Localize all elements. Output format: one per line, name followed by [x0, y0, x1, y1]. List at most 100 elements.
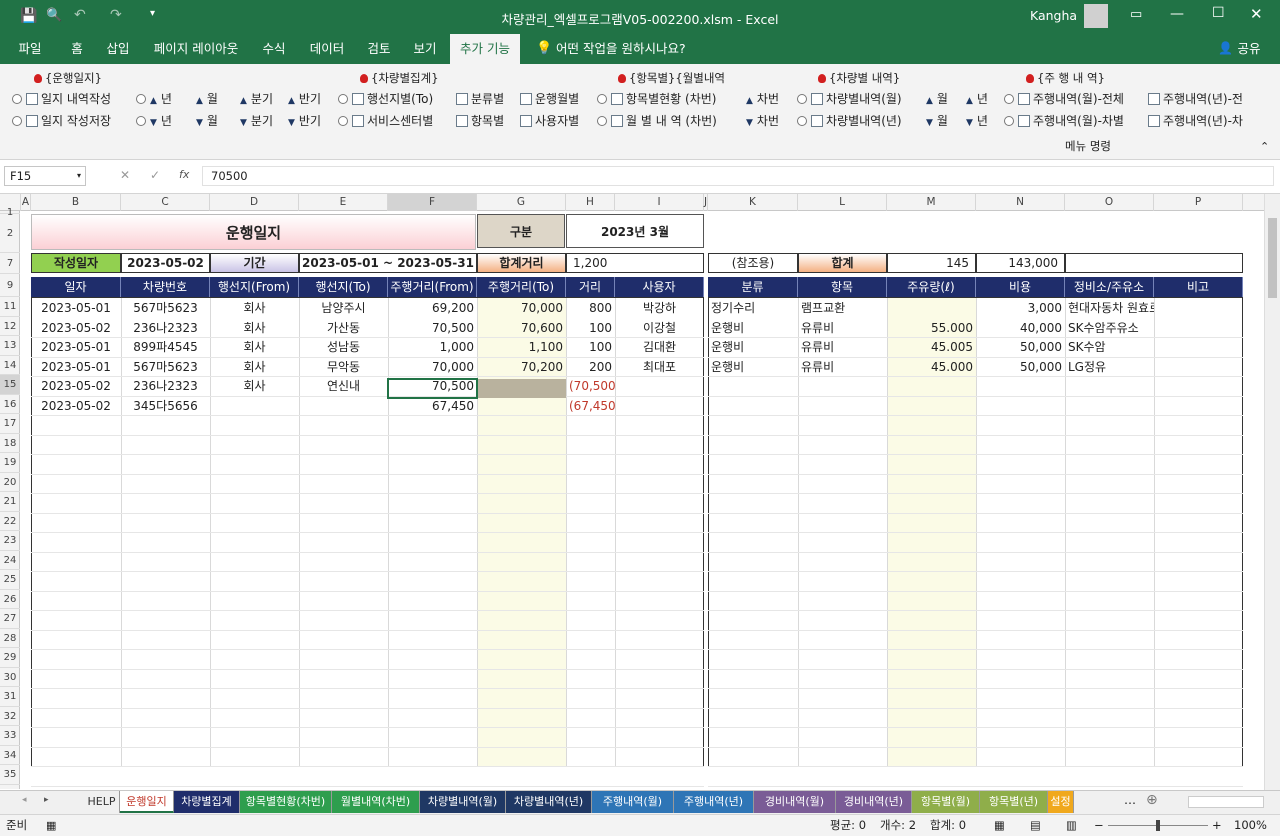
horizontal-scrollbar[interactable] [1188, 796, 1264, 808]
page-break-icon[interactable]: ▥ [1066, 815, 1077, 836]
table-cell[interactable]: 50,000 [976, 358, 1065, 377]
col-K[interactable]: K [708, 194, 798, 211]
col-P[interactable]: P [1154, 194, 1243, 211]
prev-sheet-icon[interactable]: ◂ [22, 795, 27, 805]
row-header[interactable]: 16 [0, 395, 20, 414]
sheet-tab[interactable]: 항목별(월) [912, 791, 980, 813]
sheet-tab[interactable]: 설정 [1048, 791, 1074, 813]
row-header[interactable]: 21 [0, 492, 20, 512]
row-header[interactable]: 33 [0, 726, 20, 746]
zoom-out-icon[interactable]: − [1094, 815, 1104, 836]
radio-vehicle-year[interactable]: 차량별내역(년) [797, 113, 902, 129]
write-date-value[interactable]: 2023-05-02 [121, 253, 210, 273]
tab-addins[interactable]: 추가 기능 [450, 34, 520, 64]
formula-input[interactable]: 70500 [202, 166, 1274, 186]
v-year-down-button[interactable]: ▼ 년 [966, 113, 988, 131]
col-B[interactable]: B [31, 194, 121, 211]
v-month-down-button[interactable]: ▼ 월 [926, 113, 948, 131]
drive-year-car-button[interactable]: 주행내역(년)-차 [1148, 113, 1243, 129]
tell-me-box[interactable]: 어떤 작업을 원하시나요? [556, 34, 706, 64]
row-header[interactable]: 30 [0, 668, 20, 687]
table-cell[interactable]: 100 [566, 319, 615, 338]
table-cell[interactable]: 유류비 [798, 358, 887, 377]
next-sheet-icon[interactable]: ▸ [44, 795, 49, 805]
table-cell[interactable]: 1,000 [388, 338, 477, 357]
half-down-button[interactable]: ▼ 반기 [288, 113, 321, 131]
sheet-tab[interactable]: 경비내역(월) [754, 791, 836, 813]
sheet-tab[interactable]: HELP [84, 791, 120, 813]
sum-cost[interactable]: 143,000 [976, 253, 1065, 273]
radio-year-up[interactable]: ▲ 년 [136, 91, 172, 109]
table-cell[interactable]: 345다5656 [121, 397, 210, 416]
table-cell[interactable] [1154, 338, 1243, 357]
more-sheets-icon[interactable]: … [1124, 793, 1136, 807]
row-header[interactable]: 24 [0, 551, 20, 570]
fx-icon[interactable]: fx [179, 168, 189, 181]
scroll-thumb[interactable] [1268, 218, 1277, 298]
table-cell[interactable] [477, 397, 566, 416]
table-cell[interactable]: 236나2323 [121, 377, 210, 396]
table-cell[interactable]: 70,000 [388, 358, 477, 377]
col-H[interactable]: H [566, 194, 615, 211]
table-cell[interactable]: 성남동 [299, 338, 388, 357]
normal-view-icon[interactable]: ▦ [994, 815, 1005, 836]
total-distance-value[interactable]: 1,200 [566, 253, 704, 273]
tab-page-layout[interactable]: 페이지 레이아웃 [146, 34, 246, 64]
sheet-tab[interactable]: 주행내역(월) [592, 791, 674, 813]
quarter-up-button[interactable]: ▲ 분기 [240, 91, 273, 109]
table-cell[interactable]: 567마5623 [121, 299, 210, 318]
col-C[interactable]: C [121, 194, 210, 211]
tab-review[interactable]: 검토 [360, 34, 398, 64]
table-cell[interactable]: 회사 [210, 358, 299, 377]
table-cell[interactable]: 유류비 [798, 319, 887, 338]
table-cell[interactable]: 회사 [210, 338, 299, 357]
radio-year-down[interactable]: ▼ 년 [136, 113, 172, 131]
sheet-tab[interactable]: 월별내역(차번) [332, 791, 420, 813]
col-D[interactable]: D [210, 194, 299, 211]
by-category-button[interactable]: 분류별 [456, 91, 504, 107]
radio-item-status[interactable]: 항목별현황 (차번) [597, 91, 716, 107]
sheet-tab[interactable]: 항목별(년) [980, 791, 1048, 813]
table-cell[interactable]: 800 [566, 299, 615, 318]
table-cell[interactable]: 남양주시 [299, 299, 388, 318]
row-header[interactable]: 31 [0, 687, 20, 707]
table-cell[interactable]: 박강하 [615, 299, 704, 318]
table-cell[interactable]: 70,000 [477, 299, 566, 318]
col-G[interactable]: G [477, 194, 566, 211]
row-header[interactable]: 9 [0, 274, 20, 297]
table-cell[interactable]: 70,200 [477, 358, 566, 377]
table-cell[interactable]: 램프교환 [798, 299, 887, 318]
close-icon[interactable]: ✕ [1250, 5, 1263, 23]
row-header[interactable]: 15 [0, 375, 20, 395]
cancel-icon[interactable]: ✕ [120, 168, 130, 182]
table-cell[interactable]: 회사 [210, 319, 299, 338]
share-button[interactable]: 공유 [1234, 34, 1264, 64]
row-header[interactable]: 2 [0, 214, 20, 253]
period-value[interactable]: 2023년 3월 [566, 214, 704, 248]
v-year-up-button[interactable]: ▲ 년 [966, 91, 988, 109]
tab-home[interactable]: 홈 [62, 34, 92, 64]
car-number-up-button[interactable]: ▲ 차번 [746, 91, 779, 109]
table-cell[interactable]: 2023-05-02 [31, 377, 121, 396]
tab-formulas[interactable]: 수식 [254, 34, 294, 64]
sheet-tab[interactable]: 경비내역(년) [836, 791, 912, 813]
table-cell[interactable]: 이강철 [615, 319, 704, 338]
row-header[interactable]: 14 [0, 356, 20, 375]
table-cell[interactable]: 50,000 [976, 338, 1065, 357]
row-header[interactable]: 18 [0, 434, 20, 453]
col-N[interactable]: N [976, 194, 1065, 211]
table-cell[interactable]: 45.005 [887, 338, 976, 357]
minimize-icon[interactable]: — [1170, 6, 1184, 22]
name-box[interactable]: F15 ▾ [4, 166, 86, 186]
row-header[interactable]: 17 [0, 414, 20, 434]
table-cell[interactable] [615, 377, 704, 396]
radio-vehicle-month[interactable]: 차량별내역(월) [797, 91, 902, 107]
table-cell[interactable]: 운행비 [708, 319, 798, 338]
row-header[interactable]: 28 [0, 629, 20, 648]
table-cell[interactable]: 최대포 [615, 358, 704, 377]
table-cell[interactable]: 1,100 [477, 338, 566, 357]
month-down-button[interactable]: ▼ 월 [196, 113, 218, 131]
radio-monthly-detail[interactable]: 월 별 내 역 (차번) [597, 113, 717, 129]
row-header[interactable]: 23 [0, 531, 20, 551]
sheet-tab[interactable]: 차량별내역(년) [506, 791, 592, 813]
